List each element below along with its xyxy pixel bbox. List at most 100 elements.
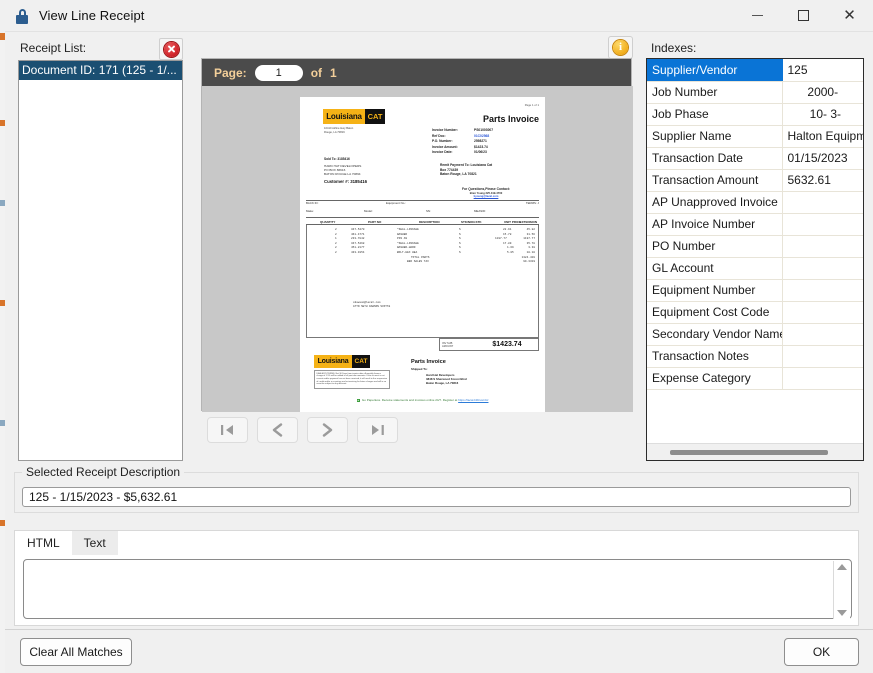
table-row[interactable]: Transaction Amount 5632.61 [647,169,863,192]
previous-page-button[interactable] [257,417,298,443]
next-page-button[interactable] [307,417,348,443]
sold-to-label: Sold To: 3185416 [324,157,350,161]
ok-button[interactable]: OK [784,638,859,666]
table-row[interactable]: Transaction Notes [647,345,863,368]
logo-cat-mark: CAT [365,109,385,124]
bar-cell: BACK ID: [306,201,319,205]
shipped-to-address: Hard Hat Developers 3848 S Sherwood Fore… [426,373,467,385]
background-window-sliver [0,0,5,673]
invoice-divider [306,200,539,201]
index-value[interactable] [782,367,863,390]
view-line-receipt-window: View Line Receipt ✕ Receipt List: Docume… [0,0,873,673]
customer-number: Customer #: 3185416 [324,179,367,184]
cell-ext: 45.82 [526,228,535,231]
index-value[interactable] [782,323,863,346]
table-row[interactable]: AP Unapproved Invoice ID [647,191,863,214]
page-input[interactable]: 1 [254,64,303,81]
dialog-footer: Clear All Matches OK [5,629,873,673]
meta-value: 01/06/23 [474,150,487,155]
index-value[interactable] [782,191,863,214]
textarea-scrollbar[interactable] [833,561,850,619]
scrollbar-thumb[interactable] [670,450,828,455]
index-value[interactable]: 125 [782,59,863,82]
index-value[interactable]: Halton Equipm [782,125,863,148]
louisiana-cat-logo: Louisiana CAT [323,109,385,124]
table-row[interactable]: Expense Category [647,367,863,390]
indexes-grid[interactable]: Supplier/Vendor 125 Job Number 2000- Job P… [646,58,864,461]
table-row[interactable]: AP Invoice Number [647,213,863,236]
cell-price: 17.89 [503,241,512,245]
first-page-icon [221,425,233,435]
scroll-up-icon[interactable] [837,564,847,570]
index-key: Job Phase [647,103,783,126]
minimize-button[interactable] [734,0,780,32]
invoice-title: Parts Invoice [482,114,539,124]
receipt-list[interactable]: Document ID: 171 (125 - 1/... [18,60,183,461]
clear-all-matches-button[interactable]: Clear All Matches [20,638,132,666]
total-value: 99.3319 [523,260,535,264]
logo-brand-text: Louisiana [317,358,349,365]
invoice-render: Page 1 of 1 Louisiana CAT 10410 Airline … [300,97,545,412]
index-value[interactable] [782,279,863,302]
list-item[interactable]: Document ID: 171 (125 - 1/... [19,61,182,80]
invoice-footer-note: ● Go Paperless. Receive statements and in… [300,398,545,402]
table-row[interactable]: Secondary Vendor Name [647,323,863,346]
table-row[interactable]: Transaction Date 01/15/2023 [647,147,863,170]
index-value[interactable]: 01/15/2023 [782,147,863,170]
table-row[interactable]: PO Number [647,235,863,258]
tab-html[interactable]: HTML [15,531,72,555]
table-row[interactable]: Supplier/Vendor 125 [647,59,863,82]
index-key: Supplier/Vendor [647,59,783,82]
close-icon[interactable]: ✕ [826,0,873,32]
tab-text[interactable]: Text [71,531,118,555]
index-value[interactable] [782,257,863,280]
index-key: Secondary Vendor Name [647,323,783,346]
table-row[interactable]: GL Account [647,257,863,280]
index-key: Transaction Notes [647,345,783,368]
line-items-header: QUANTITY PART NO DESCRIPTION STK/NON-STK… [306,217,539,225]
table-row[interactable]: Supplier Name Halton Equipm [647,125,863,148]
page-canvas[interactable]: Page 1 of 1 Louisiana CAT 10410 Airline … [202,86,633,412]
bar-cell: Equipment No.: [386,201,406,205]
maximize-button[interactable] [780,0,826,32]
first-page-button[interactable] [207,417,248,443]
scroll-down-icon[interactable] [837,610,847,616]
index-value[interactable]: 10- 3- [782,103,863,126]
selected-receipt-description-input[interactable]: 125 - 1/15/2023 - $5,632.61 [22,487,851,507]
last-page-button[interactable] [357,417,398,443]
cell-qty: 2 [335,232,337,236]
last-page-icon [372,425,384,435]
table-row[interactable]: Job Phase 10- 3- [647,103,863,126]
invoice-note: cdawson@lacat.com ATTN SETH DAWSON SCOTT… [353,301,391,308]
cell-price: 1.69 [507,246,514,250]
column-header: EXTENSION [519,220,537,225]
table-row[interactable]: Job Number 2000- [647,81,863,104]
page-label: Page: [214,65,247,80]
cell-desc: WASHER [397,232,408,236]
content-textarea[interactable] [23,559,852,619]
index-value[interactable]: 5632.61 [782,169,863,192]
index-key: GL Account [647,257,783,280]
cell-qty: 2 [335,241,337,245]
index-value[interactable] [782,301,863,324]
indexes-horizontal-scrollbar[interactable] [647,443,863,460]
selected-receipt-group-title: Selected Receipt Description [22,465,185,479]
footer-note-text: Go Paperless. Receive statements and inv… [361,398,458,402]
cell-part: 233-7842 [351,237,365,241]
info-button[interactable] [608,36,633,59]
table-row[interactable]: Equipment Cost Code [647,301,863,324]
index-value[interactable] [782,213,863,236]
index-key: Expense Category [647,367,783,390]
bar-cell: SN: [426,209,431,213]
index-value[interactable] [782,345,863,368]
index-value[interactable]: 2000- [782,81,863,104]
bar-cell: MEASID: [474,209,486,213]
table-row[interactable]: Equipment Number [647,279,863,302]
cell-stk: S [459,228,461,231]
shipped-to-label: Shipped To: [411,367,428,371]
bar-cell: Model: [364,209,373,213]
index-value[interactable] [782,235,863,258]
clear-selection-button[interactable] [159,38,183,60]
window-title: View Line Receipt [39,8,145,23]
cell-ext: 35.78 [526,241,535,245]
